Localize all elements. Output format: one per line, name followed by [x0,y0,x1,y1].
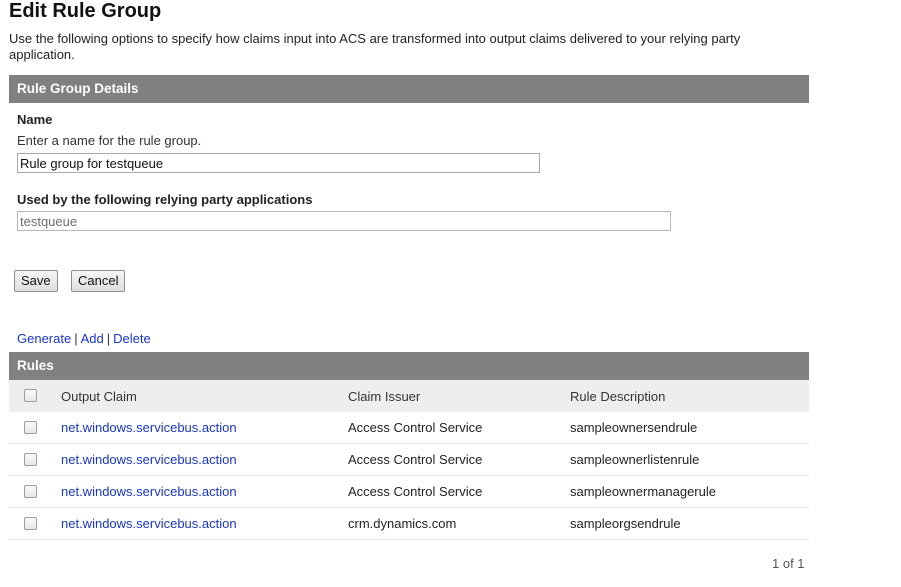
edit-rule-group-page: Edit Rule Group Use the following option… [0,0,901,587]
rule-group-details-header: Rule Group Details [9,75,809,103]
row-checkbox[interactable] [24,421,37,434]
table-row: net.windows.servicebus.action Access Con… [9,476,809,508]
generate-link[interactable]: Generate [17,331,71,346]
page-description: Use the following options to specify how… [9,31,741,62]
claim-issuer-cell: Access Control Service [348,420,483,435]
cancel-button[interactable]: Cancel [71,270,126,292]
row-checkbox[interactable] [24,453,37,466]
save-button[interactable]: Save [14,270,58,292]
output-claim-link[interactable]: net.windows.servicebus.action [61,476,237,508]
claim-issuer-cell: Access Control Service [348,452,483,467]
page-title: Edit Rule Group [9,0,162,22]
pagination-status: 1 of 1 [772,556,805,571]
table-row: net.windows.servicebus.action Access Con… [9,412,809,444]
rule-description-cell: sampleownerlistenrule [570,452,700,467]
table-row: net.windows.servicebus.action crm.dynami… [9,508,809,540]
table-header-row: Output Claim Claim Issuer Rule Descripti… [9,380,809,412]
name-label: Name [17,112,53,127]
select-all-checkbox[interactable] [24,389,37,402]
output-claim-link[interactable]: net.windows.servicebus.action [61,412,237,444]
rule-description-cell: sampleorgsendrule [570,516,681,531]
output-claim-link[interactable]: net.windows.servicebus.action [61,508,237,540]
rule-description-cell: sampleownersendrule [570,420,698,435]
column-header-output-claim: Output Claim [61,389,137,404]
delete-link[interactable]: Delete [113,331,151,346]
relying-party-apps-field [17,211,671,231]
add-link[interactable]: Add [81,331,104,346]
rule-description-cell: sampleownermanagerule [570,484,716,499]
column-header-rule-description: Rule Description [570,389,666,404]
rules-header: Rules [9,352,809,380]
action-separator: | [74,331,78,346]
row-checkbox[interactable] [24,517,37,530]
name-help-text: Enter a name for the rule group. [17,133,202,148]
action-separator: | [106,331,111,346]
rules-table: Output Claim Claim Issuer Rule Descripti… [9,380,809,540]
rule-group-name-input[interactable] [17,153,540,173]
output-claim-link[interactable]: net.windows.servicebus.action [61,444,237,476]
claim-issuer-cell: crm.dynamics.com [348,516,457,531]
table-row: net.windows.servicebus.action Access Con… [9,444,809,476]
relying-party-label: Used by the following relying party appl… [17,192,313,207]
claim-issuer-cell: Access Control Service [348,484,483,499]
column-header-claim-issuer: Claim Issuer [348,389,421,404]
rule-actions-bar: Generate | Add | Delete [17,331,151,347]
row-checkbox[interactable] [24,485,37,498]
